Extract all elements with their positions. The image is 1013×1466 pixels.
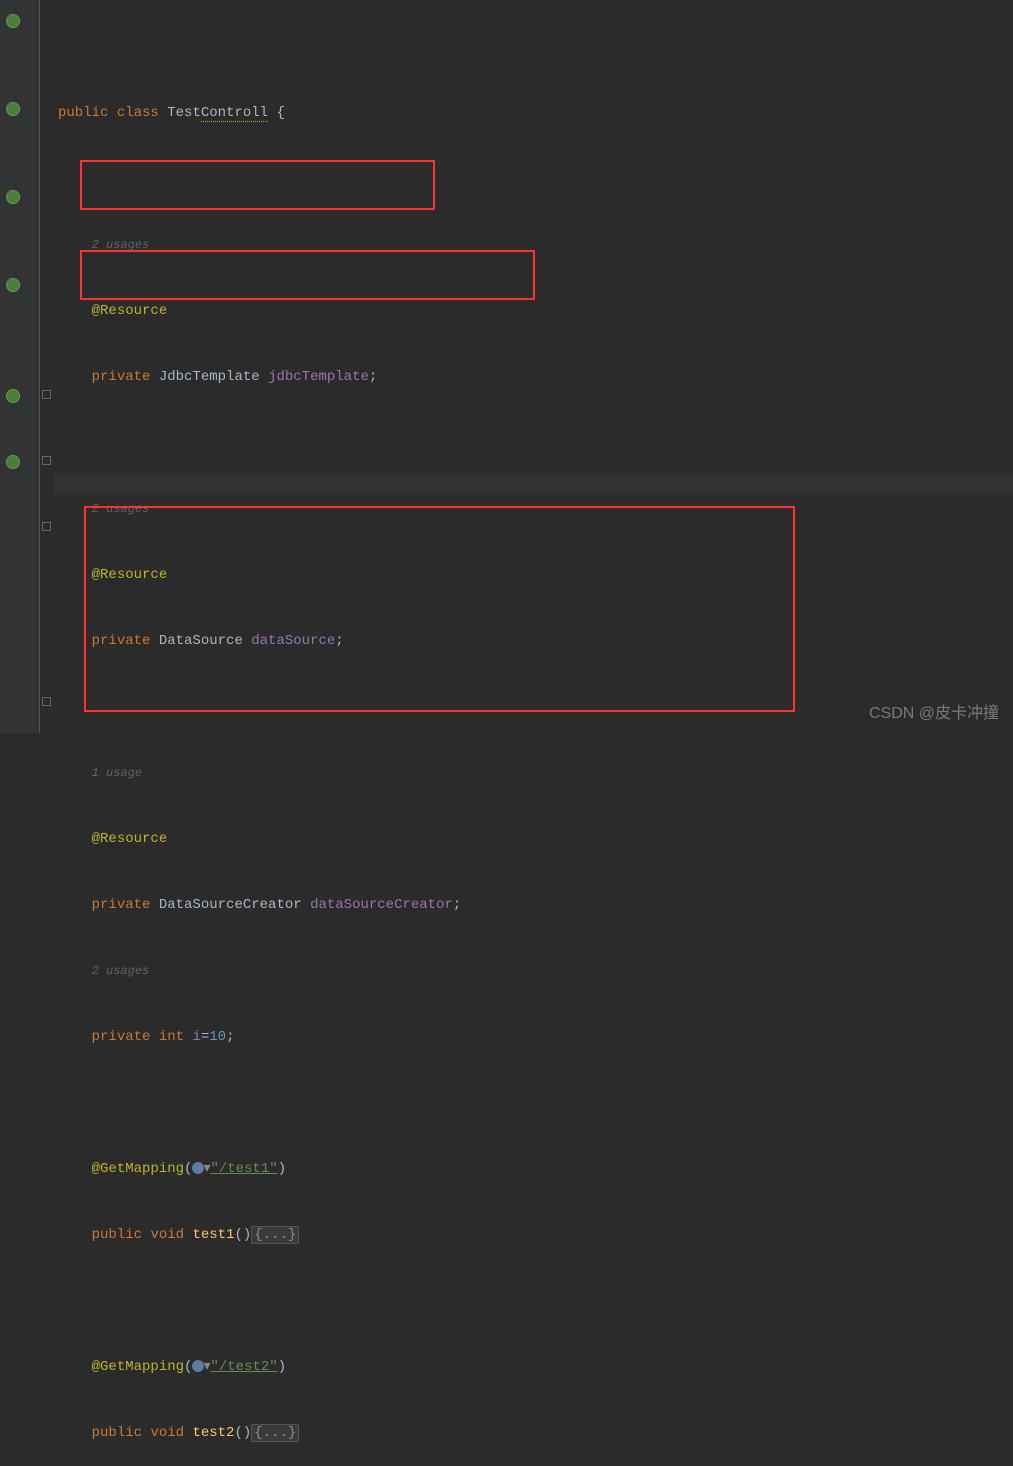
annotation: @Resource bbox=[92, 567, 168, 583]
fold-expand-icon[interactable] bbox=[42, 390, 51, 399]
class-name: Controll bbox=[201, 105, 268, 122]
folded-block[interactable]: {...} bbox=[251, 1226, 299, 1244]
annotation: @Resource bbox=[92, 831, 168, 847]
bean-icon[interactable] bbox=[6, 14, 20, 28]
web-icon[interactable] bbox=[6, 389, 20, 403]
fold-collapse-icon[interactable] bbox=[42, 522, 51, 531]
bean-icon[interactable] bbox=[6, 102, 20, 116]
editor-container: public class TestControll { 2 usages @Re… bbox=[0, 0, 1013, 733]
folded-block[interactable]: {...} bbox=[251, 1424, 299, 1442]
highlight-box-2 bbox=[80, 250, 535, 300]
url-mapping[interactable]: "/test2" bbox=[210, 1359, 277, 1375]
fold-collapse-icon[interactable] bbox=[42, 697, 51, 706]
annotation: @Resource bbox=[92, 303, 168, 319]
web-icon[interactable] bbox=[6, 455, 20, 469]
usage-hint[interactable]: 2 usages bbox=[92, 964, 150, 978]
url-mapping[interactable]: "/test1" bbox=[210, 1161, 277, 1177]
current-line-highlight bbox=[54, 473, 1013, 495]
fold-expand-icon[interactable] bbox=[42, 456, 51, 465]
code-editor[interactable]: public class TestControll { 2 usages @Re… bbox=[54, 0, 1013, 733]
fold-gutter bbox=[40, 0, 54, 733]
bean-icon[interactable] bbox=[6, 190, 20, 204]
bean-icon[interactable] bbox=[6, 278, 20, 292]
watermark: CSDN @皮卡冲撞 bbox=[869, 699, 999, 723]
usage-hint[interactable]: 2 usages bbox=[92, 238, 150, 252]
gutter bbox=[0, 0, 40, 733]
usage-hint[interactable]: 2 usages bbox=[92, 502, 150, 516]
highlight-box-3 bbox=[84, 506, 795, 712]
usage-hint[interactable]: 1 usage bbox=[92, 766, 142, 780]
